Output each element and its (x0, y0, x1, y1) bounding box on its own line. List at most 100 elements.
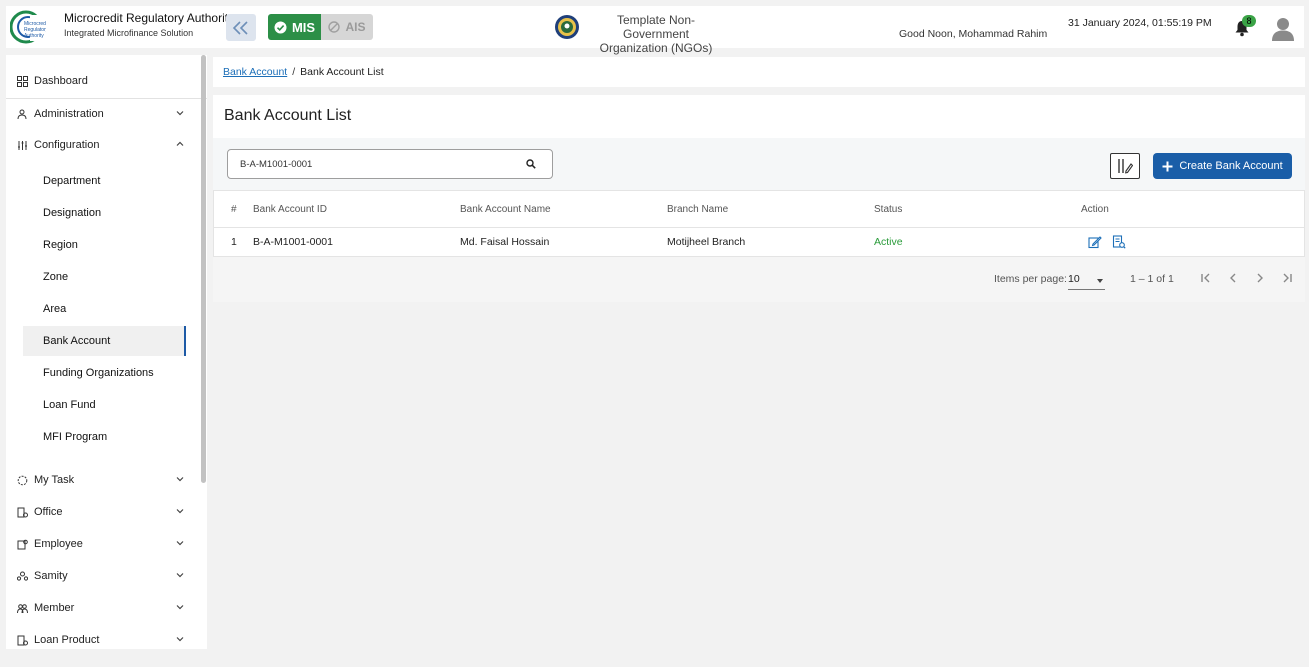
table-row[interactable]: 1 B-A-M1001-0001 Md. Faisal Hossain Moti… (213, 228, 1305, 257)
mis-toggle-button[interactable]: MIS (268, 14, 321, 40)
ngo-title: Template Non-Government Organization (NG… (586, 13, 726, 55)
page-size-value: 10 (1068, 273, 1080, 285)
sidebar-item-samity[interactable]: Samity (6, 562, 196, 590)
sidebar-item-office[interactable]: Office (6, 498, 196, 526)
sidebar-item-employee[interactable]: Employee (6, 530, 196, 558)
breadcrumb-link-bank-account[interactable]: Bank Account (223, 66, 287, 78)
sidebar-subitem-funding-organizations[interactable]: Funding Organizations (23, 358, 186, 388)
sidebar-subitem-area[interactable]: Area (23, 294, 186, 324)
sidebar-item-configuration[interactable]: Configuration (6, 131, 196, 159)
page-title: Bank Account List (224, 107, 352, 124)
sidebar-item-label: Samity (34, 570, 68, 582)
mra-logo: Microcredit Regulatory Authority (10, 10, 46, 44)
column-header-number[interactable]: # (231, 191, 237, 227)
sidebar: Dashboard Administration Configuration D… (6, 55, 207, 649)
page-size-select[interactable]: 10 (1068, 270, 1105, 290)
chevron-down-icon (176, 509, 184, 514)
sidebar-subitem-bank-account[interactable]: Bank Account (23, 326, 186, 356)
ais-label: AIS (345, 20, 366, 34)
first-page-icon[interactable] (1199, 271, 1213, 285)
sidebar-item-label: Office (34, 506, 63, 518)
greeting-text: Good Noon, Mohammad Rahim (899, 28, 1048, 40)
status-badge: Active (874, 236, 903, 248)
ngo-title-line2: Organization (NGOs) (599, 41, 713, 55)
admin-users-icon (16, 108, 28, 120)
column-header-action: Action (1081, 203, 1109, 215)
bank-account-table: # Bank Account ID Bank Account Name Bran… (213, 190, 1305, 302)
datetime-text: 31 January 2024, 01:55:19 PM (1068, 17, 1212, 29)
check-circle-icon (274, 21, 287, 33)
ais-toggle-button[interactable]: AIS (321, 14, 373, 40)
sidebar-subitem-mfi-program[interactable]: MFI Program (23, 422, 186, 452)
sidebar-subitem-loan-fund[interactable]: Loan Fund (23, 390, 186, 420)
column-header-status[interactable]: Status (874, 191, 902, 227)
sidebar-item-label: Employee (34, 538, 83, 550)
items-per-page-label: Items per page: (994, 273, 1067, 285)
chevron-down-icon (176, 111, 184, 116)
cell-bank-account-name: Md. Faisal Hossain (460, 236, 550, 248)
table-header-row: # Bank Account ID Bank Account Name Bran… (213, 190, 1305, 228)
org-subtitle: Integrated Microfinance Solution (64, 28, 194, 38)
loan-product-icon (16, 634, 28, 646)
breadcrumb-current: Bank Account List (300, 66, 384, 78)
sidebar-item-label: Member (34, 602, 75, 614)
svg-text:Authority: Authority (24, 33, 44, 39)
sidebar-subitem-designation[interactable]: Designation (23, 198, 186, 228)
top-header: Microcredit Regulatory Authority Microcr… (6, 6, 1304, 55)
column-header-branch-name[interactable]: Branch Name (667, 191, 728, 227)
samity-group-icon (16, 570, 28, 582)
mis-label: MIS (291, 19, 316, 35)
create-bank-account-button[interactable]: Create Bank Account (1153, 153, 1292, 179)
sidebar-item-administration[interactable]: Administration (6, 100, 196, 128)
last-page-icon[interactable] (1280, 271, 1294, 285)
cell-number: 1 (231, 236, 237, 248)
office-icon (16, 506, 28, 518)
chevron-down-icon (176, 637, 184, 642)
sidebar-item-label: My Task (34, 474, 75, 486)
cell-actions (1088, 228, 1136, 256)
next-page-icon[interactable] (1253, 271, 1267, 285)
breadcrumb: Bank Account / Bank Account List (213, 57, 1305, 87)
search-field[interactable] (227, 149, 553, 179)
sidebar-item-label: Configuration (34, 139, 100, 151)
previous-page-icon[interactable] (1226, 271, 1240, 285)
notification-badge: 8 (1242, 15, 1256, 27)
sidebar-subitem-department[interactable]: Department (23, 166, 186, 196)
sidebar-subitem-zone[interactable]: Zone (23, 262, 186, 292)
sidebar-subitem-region[interactable]: Region (23, 230, 186, 260)
breadcrumb-separator: / (292, 66, 296, 78)
page-title-card: Bank Account List (213, 95, 1305, 138)
column-header-bank-account-name[interactable]: Bank Account Name (460, 191, 551, 227)
sidebar-item-label: Administration (34, 108, 104, 120)
sidebar-item-dashboard[interactable]: Dashboard (6, 67, 196, 95)
sidebar-item-loan-product[interactable]: Loan Product (6, 626, 196, 649)
column-header-bank-account-id[interactable]: Bank Account ID (253, 191, 327, 227)
create-bank-account-label: Create Bank Account (1179, 160, 1283, 172)
column-edit-icon (1118, 159, 1133, 174)
block-icon (328, 21, 341, 33)
plus-icon (1162, 161, 1173, 171)
sidebar-scrollbar[interactable] (201, 55, 206, 483)
chevron-down-icon (176, 605, 184, 610)
user-avatar-icon[interactable] (1271, 16, 1295, 41)
column-settings-button[interactable] (1110, 153, 1140, 179)
page-range-text: 1 – 1 of 1 (1130, 273, 1174, 285)
collapse-sidebar-button[interactable] (226, 14, 256, 41)
view-details-icon[interactable] (1112, 235, 1126, 249)
chevron-down-icon (176, 477, 184, 482)
ngo-title-line1: Template Non-Government (616, 13, 696, 41)
edit-icon[interactable] (1088, 235, 1102, 249)
sidebar-item-my-task[interactable]: My Task (6, 466, 196, 494)
chevron-down-icon (176, 573, 184, 578)
search-input[interactable] (240, 156, 510, 172)
chevron-down-icon (176, 541, 184, 546)
sidebar-item-member[interactable]: Member (6, 594, 196, 622)
dropdown-caret-icon (1097, 279, 1103, 283)
search-icon[interactable] (526, 159, 536, 169)
sidebar-item-label: Dashboard (34, 75, 88, 87)
double-chevron-left-icon (232, 20, 248, 35)
members-icon (16, 602, 28, 614)
chevron-up-icon (176, 141, 184, 146)
list-toolbar: Create Bank Account (213, 138, 1305, 190)
pagination: Items per page: 10 1 – 1 of 1 (213, 257, 1305, 302)
